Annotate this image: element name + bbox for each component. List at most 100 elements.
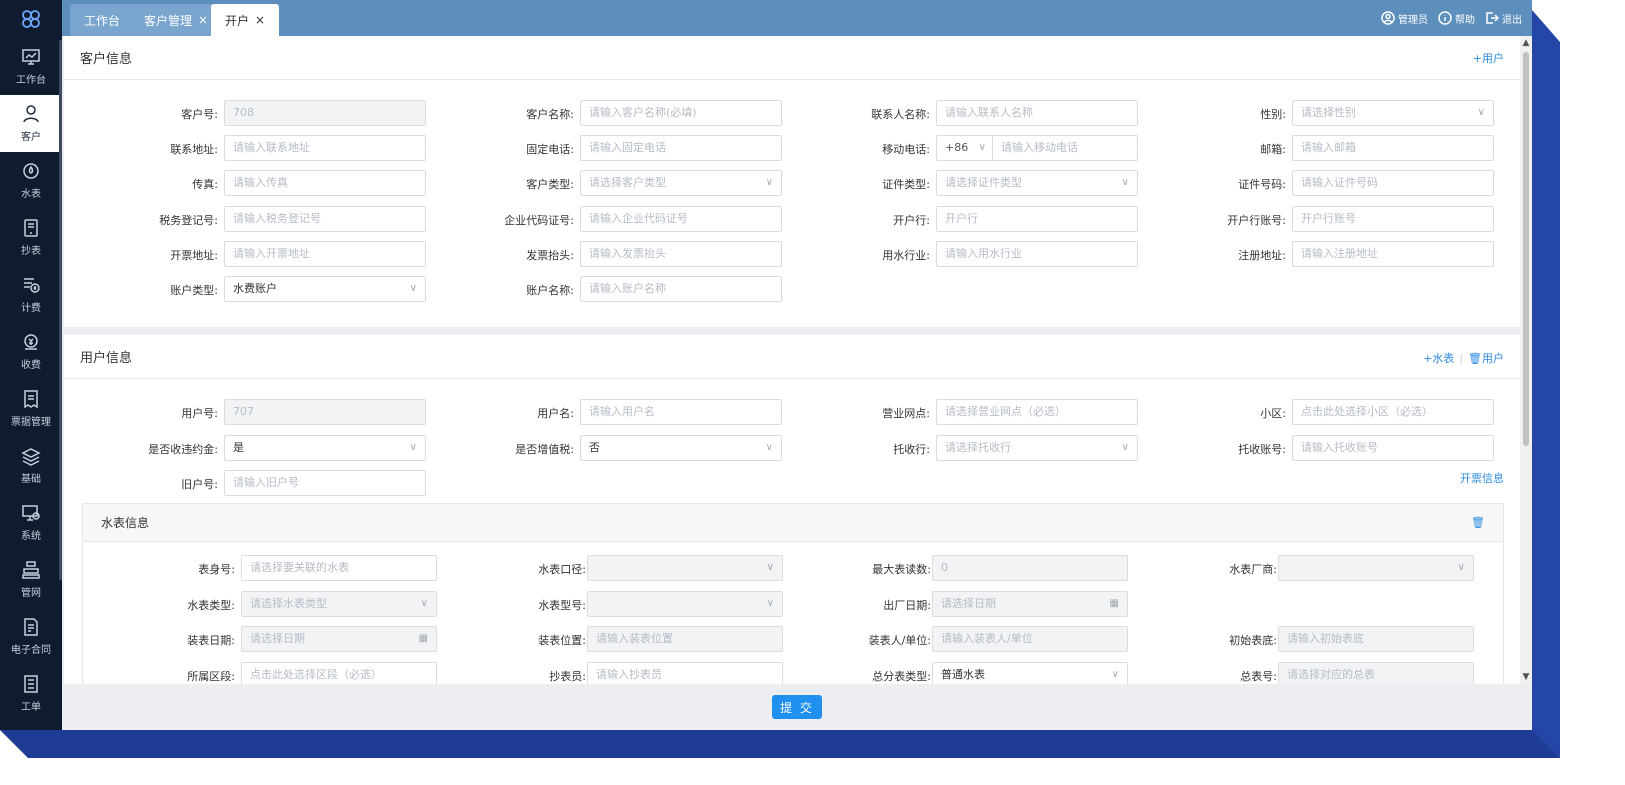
text-input[interactable]: 请输入装表人/单位 — [932, 626, 1128, 652]
text-input[interactable]: 开户行账号 — [1292, 205, 1494, 232]
text-input[interactable]: 708 — [224, 100, 426, 126]
select-field[interactable]: ∨ — [1278, 555, 1474, 581]
field-label: 开户行账号: — [1227, 213, 1286, 227]
sidebar-item-0[interactable]: 工作台 — [0, 38, 62, 95]
tab-open-account[interactable]: 开户 × — [211, 4, 280, 36]
text-input[interactable]: 请输入税务登记号 — [224, 205, 426, 232]
delete-user-button[interactable]: 🗑用户 — [1468, 352, 1504, 365]
country-code-select[interactable]: +86 ∨ — [937, 136, 993, 161]
text-input[interactable]: 请输入旧户号 — [224, 470, 426, 496]
field-value: 请输入联系地址 — [233, 141, 310, 155]
add-user-button[interactable]: +用户 — [1473, 50, 1504, 66]
add-meter-button[interactable]: +水表 — [1423, 352, 1454, 365]
sidebar-item-10[interactable]: 电子合同 — [0, 608, 62, 665]
date-picker[interactable]: 请选择日期 ▦ — [932, 590, 1128, 617]
text-input[interactable]: 请输入发票抬头 — [580, 240, 782, 267]
text-input[interactable]: 请输入固定电话 — [580, 135, 782, 162]
select-field[interactable]: 请选择客户类型 ∨ — [580, 170, 782, 197]
admin-label: 管理员 — [1398, 14, 1428, 26]
content-scrollbar[interactable]: ▲ ▼ — [1520, 36, 1532, 684]
text-input[interactable]: 请输入传真 — [224, 170, 426, 197]
logo-icon — [0, 0, 62, 38]
delete-meter-button[interactable]: 🗑 — [1471, 516, 1485, 529]
select-field[interactable]: ∨ — [587, 590, 783, 617]
select-field[interactable]: 请选择证件类型 ∨ — [936, 170, 1138, 197]
tab-customer-management[interactable]: 客户管理 × — [130, 4, 223, 36]
invoice-info-link[interactable]: 开票信息 — [1460, 470, 1504, 486]
select-field[interactable]: 请选择托收行 ∨ — [936, 434, 1138, 461]
scroll-up-icon[interactable]: ▲ — [1520, 38, 1532, 48]
sidebar-item-6[interactable]: 票据管理 — [0, 380, 62, 437]
field-value: 请选择证件类型 — [945, 176, 1022, 190]
tab-label: 客户管理 — [144, 13, 193, 28]
user-circle-icon — [1381, 11, 1395, 25]
text-input[interactable]: 0 — [932, 555, 1128, 581]
text-input[interactable]: 请选择对应的总表 — [1278, 661, 1474, 684]
select-field[interactable]: 是 ∨ — [224, 434, 426, 461]
form-row: 旧户号: 请输入旧户号 — [64, 470, 1520, 496]
text-input[interactable]: 请输入用水行业 — [936, 240, 1138, 267]
sidebar: 工作台 客户 水表 抄表 计费 收费 票据管理基础系统 管网 电子合同 工单 — [0, 0, 62, 730]
sidebar-item-8[interactable]: 系统 — [0, 494, 62, 551]
logout-link[interactable]: 退出 — [1485, 11, 1522, 26]
text-input[interactable]: 请输入初始表底 — [1278, 626, 1474, 652]
form-row: 水表类型: 请选择水表类型 ∨ 水表型号: ∨ 出厂日期: 请选择日期 ▦ — [83, 590, 1520, 617]
scroll-down-icon[interactable]: ▼ — [1520, 672, 1532, 682]
select-field[interactable]: 否 ∨ — [580, 434, 782, 461]
select-field[interactable]: 水费账户 ∨ — [224, 276, 426, 302]
sidebar-item-5[interactable]: 收费 — [0, 323, 62, 380]
text-input[interactable]: 请输入托收账号 — [1292, 434, 1494, 461]
text-input[interactable]: 请输入企业代码证号 — [580, 205, 782, 232]
text-input[interactable]: 请输入客户名称(必填) — [580, 100, 782, 126]
text-input[interactable]: 请输入联系地址 — [224, 135, 426, 162]
water-meter-icon — [23, 163, 39, 179]
field-value: 请输入抄表员 — [596, 667, 662, 681]
field-value: 请输入托收账号 — [1301, 440, 1378, 454]
text-input[interactable]: 开户行 — [936, 205, 1138, 232]
user-info-panel: 用户信息 +水表 | 🗑用户 用户号: 707 用户名: 请输入用户名 营业网点: 请选择营业… — [64, 335, 1520, 684]
text-input[interactable]: 请输入装表位置 — [587, 626, 783, 652]
close-icon[interactable]: × — [255, 13, 265, 27]
sidebar-item-1[interactable]: 客户 — [0, 95, 62, 152]
text-input[interactable]: 点击此处选择小区（必选） — [1292, 399, 1494, 425]
submit-button[interactable]: 提 交 — [772, 695, 822, 719]
text-input[interactable]: 请选择营业网点（必选） — [936, 399, 1138, 425]
field-label: 所属区段: — [187, 669, 235, 683]
sidebar-item-4[interactable]: 计费 — [0, 266, 62, 323]
text-input[interactable]: +86 ∨ 请输入移动电话 — [936, 135, 1138, 162]
help-link[interactable]: 帮助 — [1438, 11, 1475, 26]
close-icon[interactable]: × — [198, 13, 208, 27]
sidebar-item-label: 基础 — [21, 474, 41, 485]
admin-menu[interactable]: 管理员 — [1381, 11, 1428, 26]
sidebar-item-7[interactable]: 基础 — [0, 437, 62, 494]
select-field[interactable]: 请选择水表类型 ∨ — [241, 590, 437, 617]
text-input[interactable]: 请输入用户名 — [580, 399, 782, 425]
text-input[interactable]: 请输入邮箱 — [1292, 135, 1494, 162]
text-input[interactable]: 请输入联系人名称 — [936, 100, 1138, 126]
sidebar-item-2[interactable]: 水表 — [0, 152, 62, 209]
field-value: 请输入移动电话 — [1001, 141, 1078, 155]
text-input[interactable]: 请选择要关联的水表 — [241, 555, 437, 581]
sidebar-item-9[interactable]: 管网 — [0, 551, 62, 608]
sidebar-item-11[interactable]: 工单 — [0, 665, 62, 722]
text-input[interactable]: 请输入注册地址 — [1292, 240, 1494, 267]
field-label: 旧户号: — [181, 478, 218, 491]
date-picker[interactable]: 请选择日期 ▦ — [241, 626, 437, 652]
field-label: 客户号: — [181, 108, 218, 121]
scrollbar-thumb[interactable] — [1523, 52, 1529, 446]
text-input[interactable]: 请输入抄表员 — [587, 661, 783, 684]
sidebar-item-3[interactable]: 抄表 — [0, 209, 62, 266]
select-field[interactable]: 普通水表 ∨ — [932, 661, 1128, 684]
text-input[interactable]: 点击此处选择区段（必选） — [241, 661, 437, 684]
select-field[interactable]: ∨ — [587, 555, 783, 581]
text-input[interactable]: 请输入开票地址 — [224, 240, 426, 267]
text-input[interactable]: 请输入账户名称 — [580, 276, 782, 302]
tab-workbench[interactable]: 工作台 — [70, 4, 135, 36]
form-row: 客户号: 708 客户名称: 请输入客户名称(必填) 联系人名称: 请输入联系人名称 性别:… — [64, 100, 1520, 126]
text-input[interactable]: 请输入证件号码 — [1292, 170, 1494, 197]
select-field[interactable]: 请选择性别 ∨ — [1292, 100, 1494, 126]
field-label: 小区: — [1260, 407, 1286, 420]
field-value: 请输入装表人/单位 — [941, 632, 1033, 645]
field-label: 移动电话: — [882, 143, 930, 157]
text-input[interactable]: 707 — [224, 399, 426, 425]
